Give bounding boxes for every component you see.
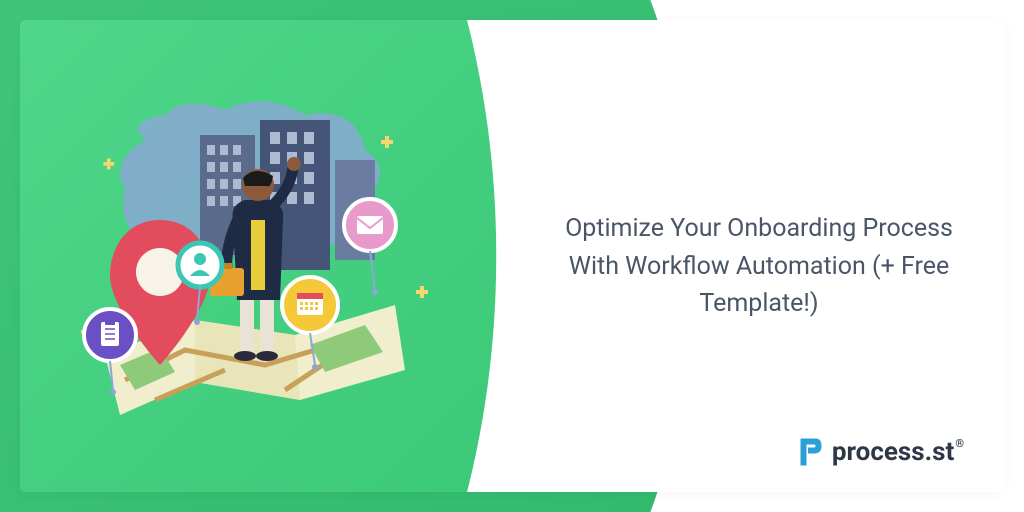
hero-illustration [65,90,445,430]
registered-mark: ® [955,437,964,450]
process-st-icon [796,437,826,467]
content-card: Optimize Your Onboarding Process With Wo… [20,20,1004,492]
brand-name: process.st® [832,437,964,467]
headline-text: Optimize Your Onboarding Process With Wo… [564,210,954,323]
brand-logo: process.st® [796,437,964,467]
